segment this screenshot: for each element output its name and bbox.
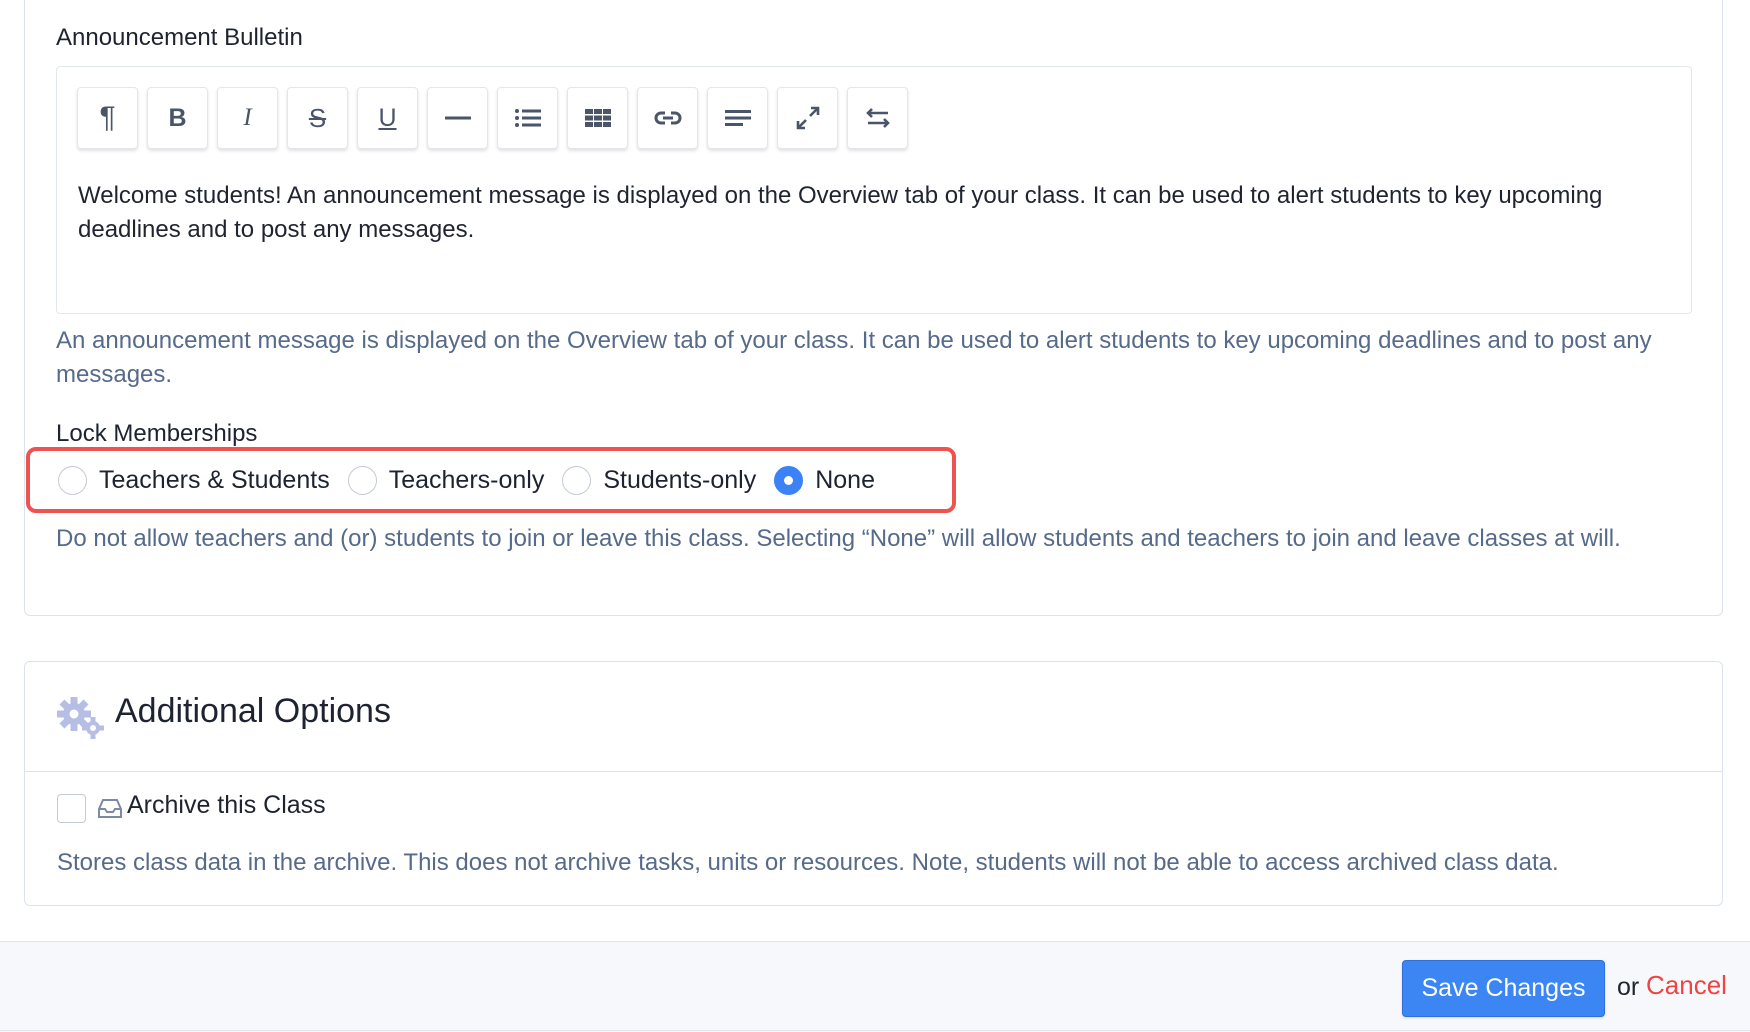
table-button[interactable] — [567, 87, 628, 149]
save-changes-button[interactable]: Save Changes — [1402, 960, 1605, 1017]
table-icon — [584, 109, 611, 127]
announcement-bulletin-label: Announcement Bulletin — [56, 24, 303, 51]
archive-help-text: Stores class data in the archive. This d… — [57, 849, 1559, 876]
radio-label: Students-only — [603, 465, 757, 494]
or-text: or — [1617, 973, 1640, 1001]
radio-teachers-and-students[interactable]: Teachers & Students — [58, 465, 330, 495]
bold-icon: B — [168, 103, 187, 132]
cancel-link[interactable]: Cancel — [1646, 970, 1727, 1001]
italic-button[interactable]: I — [217, 87, 278, 149]
archive-class-label[interactable]: Archive this Class — [127, 791, 326, 820]
lock-memberships-label: Lock Memberships — [56, 420, 258, 447]
gears-icon — [57, 697, 104, 739]
radio-button[interactable] — [562, 465, 592, 495]
radio-label: None — [815, 465, 875, 494]
align-left-icon — [724, 110, 751, 126]
fullscreen-button[interactable] — [777, 87, 838, 149]
underline-button[interactable]: U — [357, 87, 418, 149]
link-button[interactable] — [637, 87, 698, 149]
footer-divider — [0, 1030, 1750, 1031]
editor-content[interactable]: Welcome students! An announcement messag… — [78, 179, 1668, 247]
strikethrough-icon: S — [308, 102, 327, 133]
lock-memberships-radio-group: Teachers & Students Teachers-only Studen… — [26, 447, 956, 513]
radio-label: Teachers-only — [388, 465, 545, 494]
archive-checkbox[interactable] — [57, 794, 86, 823]
paragraph-icon: ¶ — [99, 101, 116, 134]
lock-memberships-help-text: Do not allow teachers and (or) students … — [56, 525, 1621, 552]
swap-icon — [865, 108, 890, 128]
additional-options-header: Additional Options — [25, 662, 1722, 772]
additional-options-title: Additional Options — [115, 692, 391, 730]
strikethrough-button[interactable]: S — [287, 87, 348, 149]
link-icon — [654, 111, 681, 125]
editor-toolbar: ¶ B I S U — [77, 87, 908, 149]
radio-button-selected[interactable] — [774, 465, 804, 495]
radio-button[interactable] — [58, 465, 87, 495]
italic-icon: I — [243, 104, 252, 131]
paragraph-button[interactable]: ¶ — [77, 87, 138, 149]
bold-button[interactable]: B — [147, 87, 208, 149]
radio-students-only[interactable]: Students-only — [562, 465, 757, 495]
bullet-list-button[interactable] — [497, 87, 558, 149]
swap-button[interactable] — [847, 87, 908, 149]
radio-teachers-only[interactable]: Teachers-only — [347, 465, 545, 495]
align-button[interactable] — [707, 87, 768, 149]
announcement-editor[interactable]: ¶ B I S U Welcome students! An announcem… — [56, 66, 1692, 314]
radio-label: Teachers & Students — [99, 465, 330, 494]
fullscreen-icon — [796, 106, 819, 130]
radio-none[interactable]: None — [774, 465, 875, 495]
horizontal-rule-button[interactable] — [427, 87, 488, 149]
radio-dot — [784, 475, 794, 485]
bulletin-help-text: An announcement message is displayed on … — [56, 327, 1652, 388]
radio-button[interactable] — [347, 465, 377, 495]
inbox-icon — [98, 799, 122, 818]
additional-options-panel: Additional Options Archive this Class St… — [24, 661, 1723, 906]
bullet-list-icon — [514, 109, 541, 127]
form-footer: Save Changes or Cancel — [0, 941, 1750, 1032]
horizontal-rule-icon — [444, 116, 471, 120]
underline-icon: U — [378, 103, 397, 132]
